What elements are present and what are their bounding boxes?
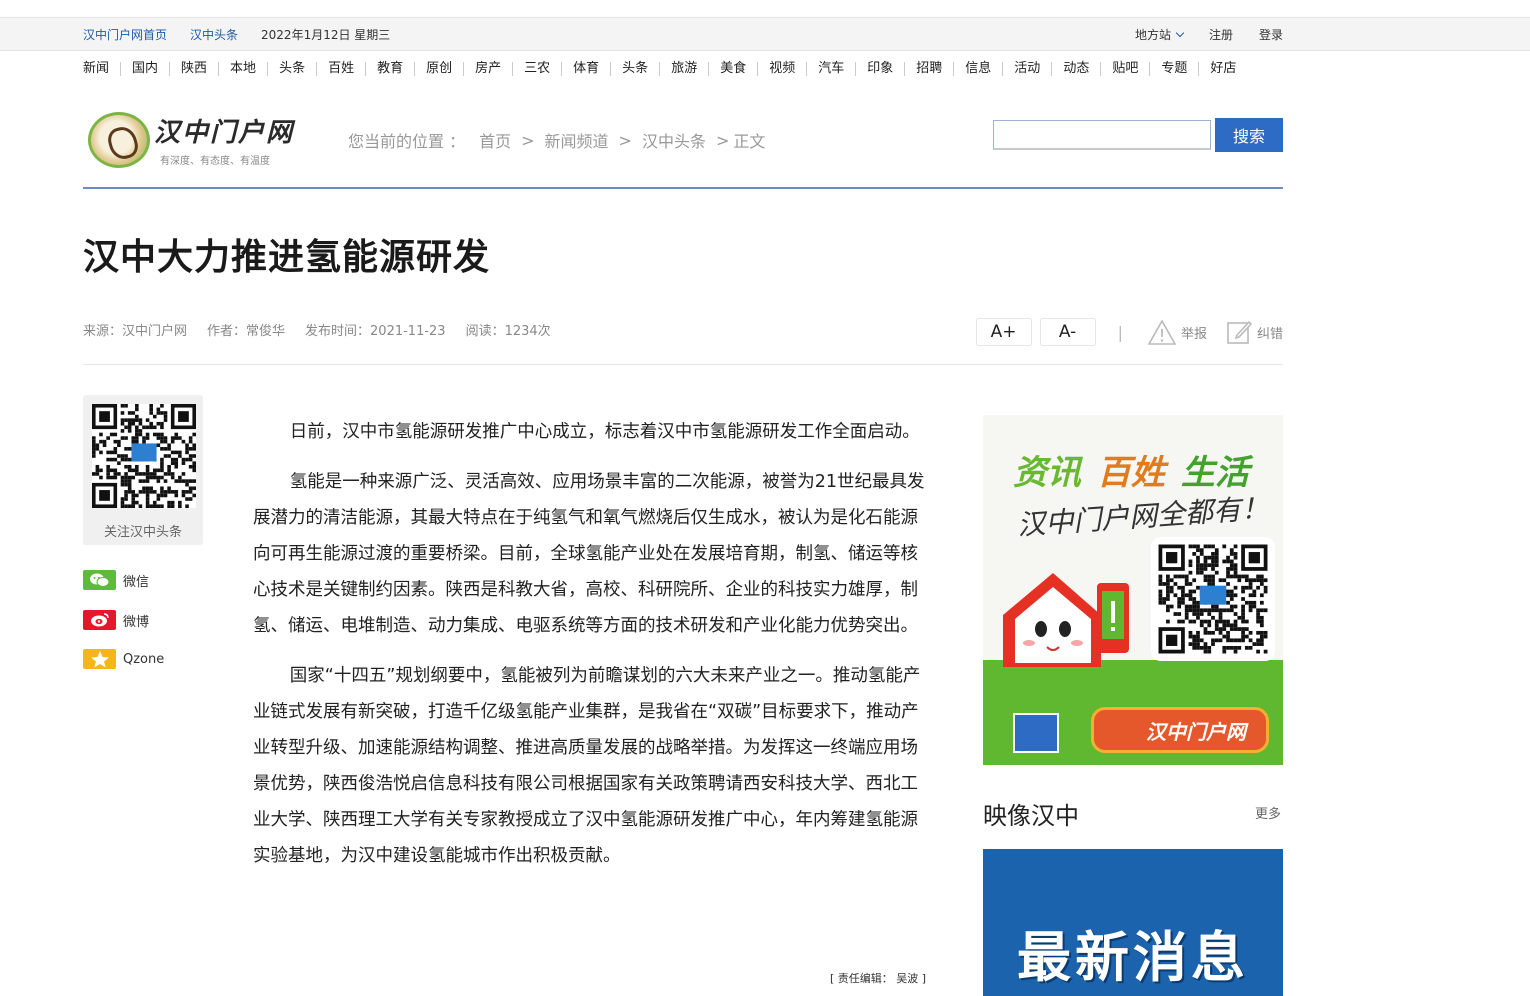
nav-item[interactable]: 好店 bbox=[1198, 62, 1247, 76]
font-decrease-button[interactable]: A- bbox=[1039, 318, 1096, 346]
article-paragraph: 国家“十四五”规划纲要中，氢能被列为前瞻谋划的六大未来产业之一。推动氢能产业链式… bbox=[253, 666, 921, 866]
article-author: 作者：常俊华 bbox=[207, 324, 286, 339]
site-logo[interactable]: 汉中门户网 有深度、有态度、有温度 bbox=[86, 108, 296, 172]
header-divider bbox=[83, 187, 1283, 189]
font-increase-button[interactable]: A+ bbox=[975, 318, 1032, 346]
nav-item[interactable]: 美食 bbox=[708, 62, 757, 76]
article-title: 汉中大力推进氢能源研发 bbox=[83, 237, 491, 278]
current-date: 2022年1月12日 星期三 bbox=[261, 27, 391, 42]
main-nav: 新闻 国内 陕西 本地 头条 百姓 教育 原创 房产 三农 体育 头条 旅游 美食 视频 汽车 印象 招聘 信息 活动… bbox=[83, 58, 1247, 80]
home-link[interactable]: 汉中门户网首页 bbox=[83, 26, 167, 43]
nav-item[interactable]: 国内 bbox=[120, 62, 169, 76]
login-link[interactable]: 登录 bbox=[1259, 26, 1283, 43]
ad-headline: 资讯 百姓 生活 bbox=[1013, 445, 1249, 494]
nav-item[interactable]: 视频 bbox=[757, 62, 806, 76]
breadcrumb-home[interactable]: 首页 bbox=[479, 128, 511, 152]
local-site-dropdown[interactable]: 地方站 bbox=[1135, 26, 1185, 43]
nav-item[interactable]: 旅游 bbox=[659, 62, 708, 76]
share-qzone[interactable]: Qzone bbox=[83, 649, 164, 669]
ad-word-people: 百姓 bbox=[1097, 453, 1165, 493]
meta-divider bbox=[83, 364, 1283, 365]
nav-item[interactable]: 教育 bbox=[365, 62, 414, 76]
ad-logo-box: 汉中门户网 bbox=[1091, 707, 1269, 753]
breadcrumb-prefix: 您当前的位置 ： bbox=[348, 132, 466, 151]
report-button[interactable]: 举报 bbox=[1147, 318, 1207, 346]
share-qzone-label: Qzone bbox=[123, 651, 165, 667]
share-weibo-label: 微博 bbox=[123, 614, 150, 630]
nav-item[interactable]: 印象 bbox=[855, 62, 904, 76]
breadcrumb-news[interactable]: 新闻频道 bbox=[545, 128, 609, 152]
logo-name: 汉中门户网 bbox=[154, 118, 295, 148]
nav-item[interactable]: 房产 bbox=[463, 62, 512, 76]
ad-subline: 汉中门户网全都有！ bbox=[1016, 491, 1270, 542]
nav-item[interactable]: 信息 bbox=[953, 62, 1002, 76]
correct-label: 纠错 bbox=[1256, 326, 1283, 342]
tools-divider: | bbox=[1117, 322, 1123, 342]
breadcrumb-separator: > bbox=[715, 130, 730, 150]
report-label: 举报 bbox=[1180, 326, 1207, 342]
nav-item[interactable]: 三农 bbox=[512, 62, 561, 76]
article-tools: A+ A- | 举报 纠错 bbox=[975, 318, 1283, 346]
register-link[interactable]: 注册 bbox=[1209, 26, 1233, 43]
breadcrumb-current[interactable]: 正文 bbox=[733, 128, 765, 152]
sidebar-ad-banner[interactable]: 资讯 百姓 生活 汉中门户网全都有！ 汉中门户网 bbox=[983, 415, 1283, 765]
nav-item[interactable]: 动态 bbox=[1051, 62, 1100, 76]
nav-item[interactable]: 原创 bbox=[414, 62, 463, 76]
share-weibo[interactable]: 微博 bbox=[83, 610, 149, 630]
search-input[interactable] bbox=[993, 120, 1211, 150]
article-paragraph: 日前，汉中市氢能源研发推广中心成立，标志着汉中市氢能源研发工作全面启动。 bbox=[289, 422, 920, 442]
nav-item[interactable]: 活动 bbox=[1002, 62, 1051, 76]
breadcrumb-separator: > bbox=[521, 130, 535, 150]
wechat-icon bbox=[83, 570, 116, 590]
wechat-qr-box: 关注汉中头条 bbox=[83, 395, 203, 545]
nav-item[interactable]: 汽车 bbox=[806, 62, 855, 76]
nav-item[interactable]: 百姓 bbox=[316, 62, 365, 76]
ad-word-life: 生活 bbox=[1181, 453, 1249, 493]
warning-icon bbox=[1147, 319, 1177, 345]
qr-code-icon bbox=[92, 404, 196, 508]
latest-news-text: 最新消息 bbox=[1017, 926, 1249, 989]
nav-item[interactable]: 体育 bbox=[561, 62, 610, 76]
qzone-star-icon bbox=[83, 649, 116, 669]
article-meta: 来源：汉中门户网 作者：常俊华 发布时间：2021-11-23 阅读：1234次 bbox=[83, 320, 571, 339]
nav-item[interactable]: 头条 bbox=[610, 62, 659, 76]
video-section-title: 映像汉中 bbox=[983, 802, 1079, 830]
search-bar: 搜索 bbox=[993, 118, 1283, 152]
breadcrumb: 您当前的位置 ： 首页 > 新闻频道 > 汉中头条 > 正文 bbox=[348, 128, 765, 152]
logo-slogan: 有深度、有态度、有温度 bbox=[160, 156, 270, 167]
share-wechat[interactable]: 微信 bbox=[83, 570, 149, 590]
breadcrumb-headline[interactable]: 汉中头条 bbox=[642, 128, 706, 152]
ad-qr-code-icon bbox=[1151, 537, 1275, 661]
logo-emblem-icon bbox=[88, 112, 150, 168]
nav-item[interactable]: 陕西 bbox=[169, 62, 218, 76]
ad-word-news: 资讯 bbox=[1013, 453, 1081, 493]
weibo-icon bbox=[83, 610, 116, 630]
nav-item[interactable]: 专题 bbox=[1149, 62, 1198, 76]
ad-logo-text: 汉中门户网 bbox=[1146, 720, 1246, 744]
breadcrumb-separator: > bbox=[618, 130, 632, 150]
nav-item[interactable]: 招聘 bbox=[904, 62, 953, 76]
nav-item[interactable]: 头条 bbox=[267, 62, 316, 76]
article-body: 日前，汉中市氢能源研发推广中心成立，标志着汉中市氢能源研发工作全面启动。 氢能是… bbox=[253, 414, 925, 888]
headline-link[interactable]: 汉中头条 bbox=[190, 26, 238, 43]
article-published: 发布时间：2021-11-23 bbox=[305, 324, 446, 339]
responsible-editor: [ 责任编辑： 吴波 ] bbox=[830, 972, 927, 985]
nav-item[interactable]: 新闻 bbox=[83, 62, 120, 76]
qr-caption: 关注汉中头条 bbox=[103, 525, 182, 540]
share-wechat-label: 微信 bbox=[123, 574, 150, 590]
building-icon bbox=[1013, 713, 1059, 753]
edit-icon bbox=[1227, 320, 1253, 344]
article-reads: 阅读：1234次 bbox=[465, 324, 551, 339]
house-mascot-icon bbox=[1003, 573, 1129, 667]
article-source: 来源：汉中门户网 bbox=[83, 324, 188, 339]
latest-news-banner[interactable]: 最新消息 bbox=[983, 849, 1283, 996]
search-button[interactable]: 搜索 bbox=[1215, 118, 1283, 152]
video-more-link[interactable]: 更多 bbox=[1255, 803, 1281, 822]
correct-button[interactable]: 纠错 bbox=[1225, 318, 1283, 346]
nav-item[interactable]: 贴吧 bbox=[1100, 62, 1149, 76]
article-paragraph: 氢能是一种来源广泛、灵活高效、应用场景丰富的二次能源，被誉为21世纪最具发展潜力… bbox=[253, 472, 925, 636]
top-bar: 汉中门户网首页 汉中头条 2022年1月12日 星期三 地方站 注册 登录 bbox=[0, 17, 1530, 51]
nav-item[interactable]: 本地 bbox=[218, 62, 267, 76]
chevron-down-icon bbox=[1175, 28, 1185, 37]
